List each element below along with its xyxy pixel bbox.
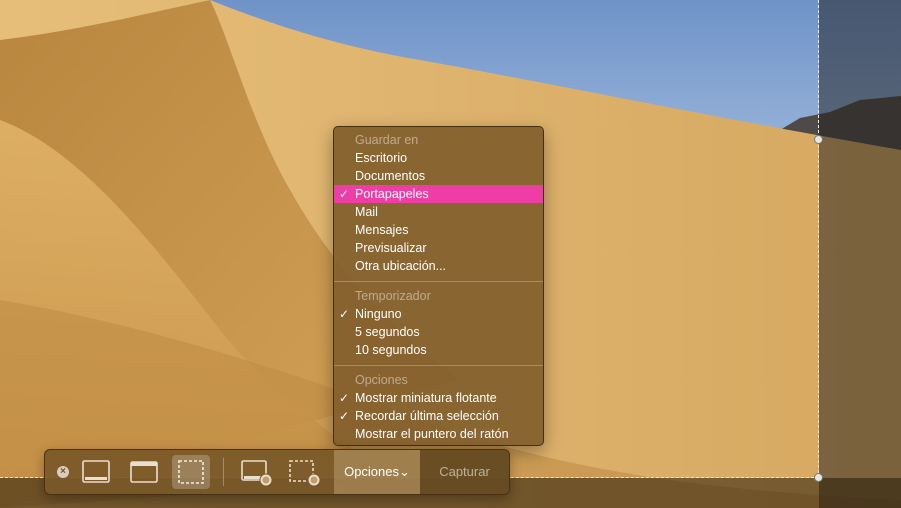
selection-border-right [818,0,819,478]
menu-item-mail[interactable]: Mail [334,203,543,221]
menu-item-label: Ninguno [355,307,402,321]
menu-item-documentos[interactable]: Documentos [334,167,543,185]
checkmark-icon: ✓ [339,391,350,405]
timer-header: Temporizador [355,289,431,303]
menu-item-label: Escritorio [355,151,408,165]
capture-window-icon [130,461,158,483]
menu-item-label: 5 segundos [355,325,420,339]
options-section: Opciones ✓ Mostrar miniatura flotante ✓ Re… [334,371,543,443]
menu-item-ninguno[interactable]: ✓ Ninguno [334,305,543,323]
options-dropdown-menu: Guardar en Escritorio Documentos ✓ Portap… [333,126,544,446]
record-selection-button[interactable] [285,455,323,489]
menu-item-label: Recordar última selección [355,409,499,423]
record-entire-screen-icon [241,460,273,487]
menu-item-escritorio[interactable]: Escritorio [334,149,543,167]
capture-entire-screen-button[interactable] [77,455,115,489]
checkmark-icon: ✓ [339,187,350,201]
menu-item-label: Mail [355,205,378,219]
menu-item-otra-ubicacion[interactable]: Otra ubicación... [334,257,543,275]
save-location-header: Guardar en [355,133,419,147]
options-button[interactable]: Opciones⌄ [334,450,420,494]
menu-item-mensajes[interactable]: Mensajes [334,221,543,239]
record-selection-icon [289,460,321,487]
capture-selection-icon [178,460,204,484]
selection-handle-corner[interactable] [814,473,823,482]
menu-item-previsualizar[interactable]: Previsualizar [334,239,543,257]
menu-item-recordar-ultima-seleccion[interactable]: ✓ Recordar última selección [334,407,543,425]
selection-handle-right[interactable] [814,135,823,144]
chevron-down-icon: ⌄ [399,464,410,479]
menu-item-label: Previsualizar [355,241,427,255]
capture-entire-screen-icon [82,460,110,483]
close-icon[interactable]: × [57,466,69,478]
menu-item-label: Mostrar miniatura flotante [355,391,497,405]
menu-item-label: Documentos [355,169,426,183]
screenshot-toolbar: × Opciones⌄ Capturar [44,449,510,495]
menu-separator [334,281,543,282]
options-header: Opciones [355,373,408,387]
save-location-section: Guardar en Escritorio Documentos ✓ Portap… [334,131,543,275]
capture-selection-button[interactable] [172,455,210,489]
timer-section: Temporizador ✓ Ninguno 5 segundos 10 segu… [334,287,543,359]
menu-item-label: Otra ubicación... [355,259,447,273]
menu-item-5-segundos[interactable]: 5 segundos [334,323,543,341]
checkmark-icon: ✓ [339,307,350,321]
menu-item-label: Mensajes [355,223,409,237]
checkmark-icon: ✓ [339,409,350,423]
menu-item-mostrar-miniatura-flotante[interactable]: ✓ Mostrar miniatura flotante [334,389,543,407]
menu-item-label: Mostrar el puntero del ratón [355,427,509,441]
capture-window-button[interactable] [125,455,163,489]
menu-item-label: Portapapeles [355,187,429,201]
capture-button[interactable]: Capturar [420,450,509,494]
toolbar-divider [223,458,224,486]
menu-item-10-segundos[interactable]: 10 segundos [334,341,543,359]
menu-item-mostrar-puntero-raton[interactable]: Mostrar el puntero del ratón [334,425,543,443]
record-entire-screen-button[interactable] [237,455,275,489]
menu-item-label: 10 segundos [355,343,427,357]
unselected-area-right [819,0,901,508]
menu-item-portapapeles[interactable]: ✓ Portapapeles [334,185,543,203]
menu-separator [334,365,543,366]
options-label: Opciones [344,464,399,479]
